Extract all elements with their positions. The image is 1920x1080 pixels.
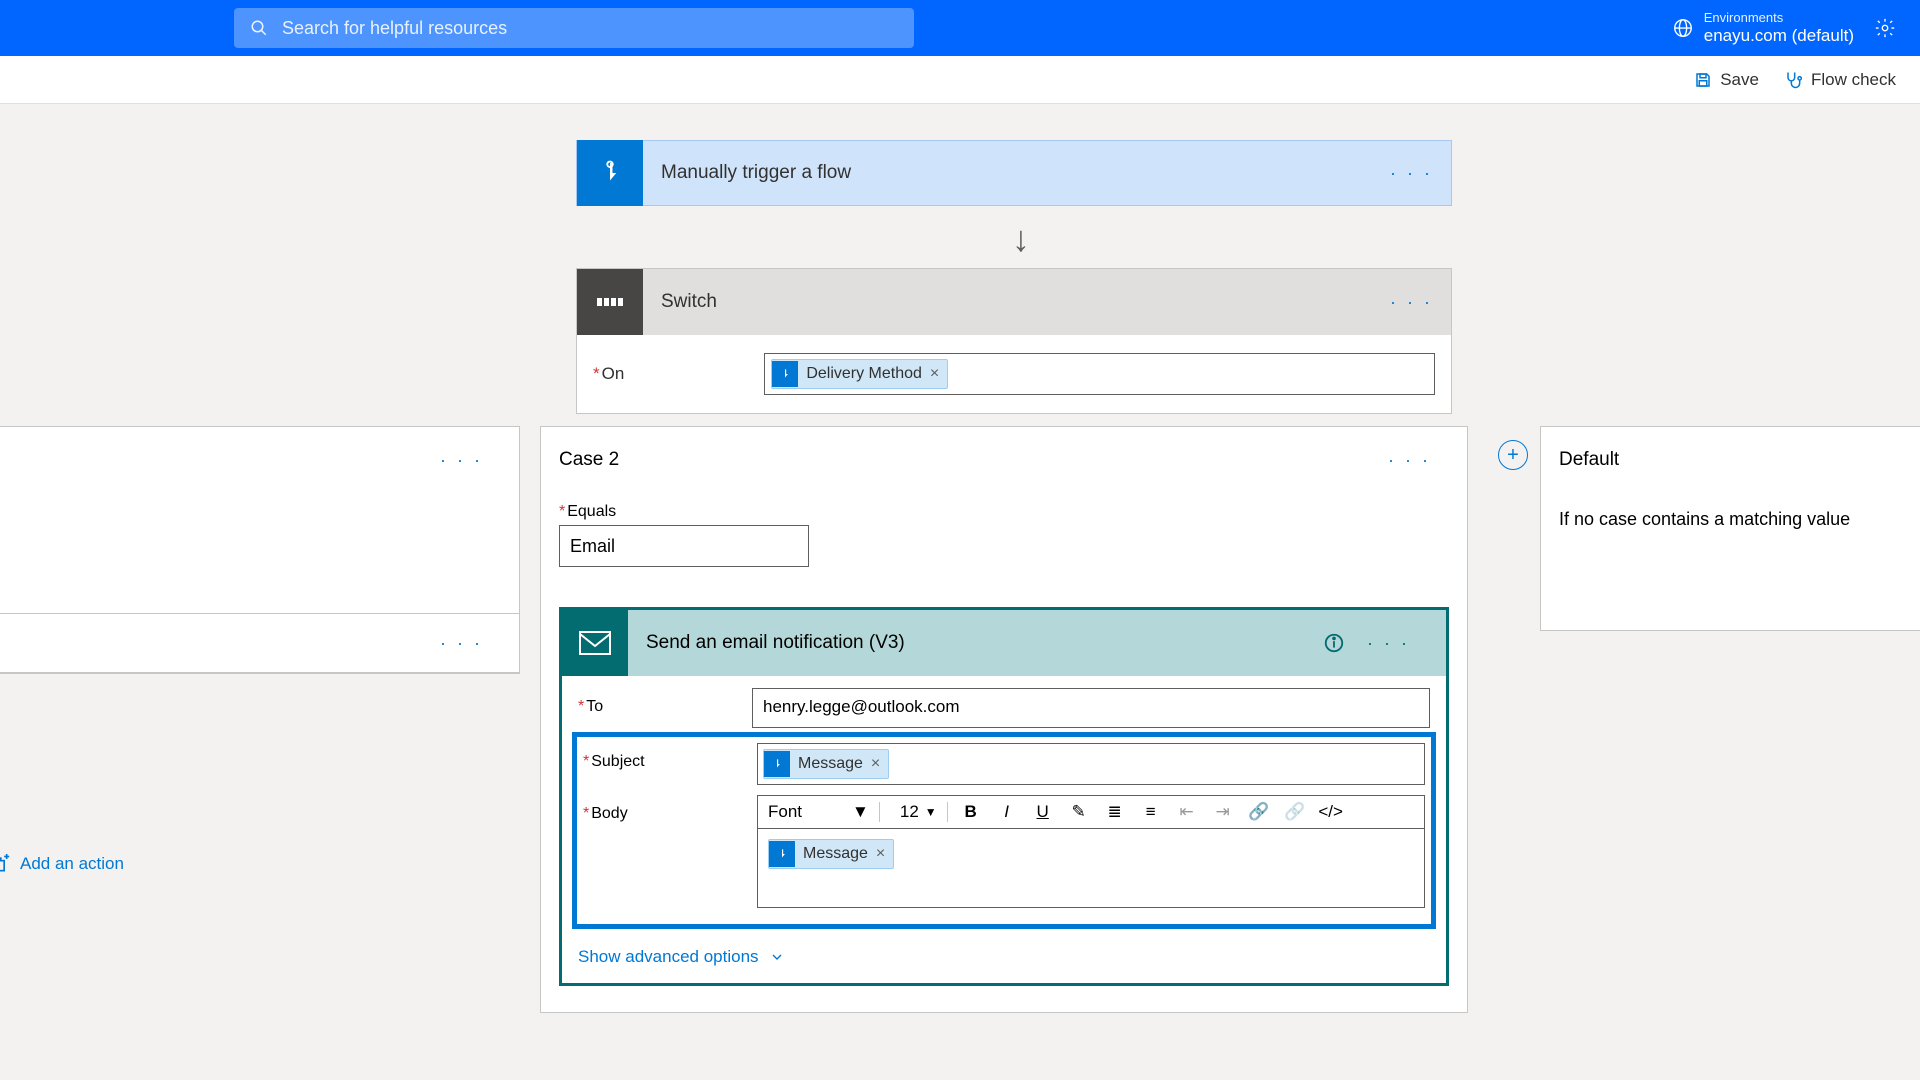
subject-message-token[interactable]: Message × [763, 749, 889, 779]
outdent-button[interactable]: ⇤ [1174, 802, 1200, 822]
delivery-method-token[interactable]: Delivery Method × [771, 359, 948, 389]
default-case-card: Default If no case contains a matching v… [1540, 426, 1920, 631]
body-label: *Body [583, 795, 757, 823]
env-label: Environments [1704, 10, 1854, 26]
switch-card: Switch · · · *On Delivery Method × [576, 268, 1452, 414]
switch-title: Switch [661, 291, 717, 313]
save-button[interactable]: Save [1694, 70, 1759, 90]
unlink-button[interactable]: 🔗 [1282, 802, 1308, 822]
flow-checker-button[interactable]: Flow check [1783, 70, 1896, 90]
email-action-card: Send an email notification (V3) · · · *T… [559, 607, 1449, 986]
token-remove[interactable]: × [876, 845, 885, 863]
underline-button[interactable]: U [1030, 802, 1056, 822]
trigger-card[interactable]: Manually trigger a flow · · · [576, 140, 1452, 206]
case1-action-menu[interactable]: · · · [440, 633, 483, 654]
switch-header[interactable]: Switch · · · [577, 269, 1451, 335]
token-remove[interactable]: × [871, 755, 880, 773]
search-input[interactable]: Search for helpful resources [234, 8, 914, 48]
show-advanced-options[interactable]: Show advanced options [578, 947, 1430, 967]
default-description: If no case contains a matching value [1541, 493, 1920, 630]
default-header[interactable]: Default [1541, 427, 1920, 493]
subject-label: *Subject [583, 743, 757, 771]
highlighted-region: *Subject Message × *Body [572, 732, 1436, 929]
font-picker[interactable]: Font▼ [768, 802, 880, 822]
token-remove[interactable]: × [930, 365, 939, 383]
italic-button[interactable]: I [994, 802, 1020, 822]
equals-label: *Equals [559, 503, 1449, 521]
code-view-button[interactable]: </> [1318, 802, 1344, 822]
switch-on-input[interactable]: Delivery Method × [764, 353, 1435, 395]
case2-header[interactable]: Case 2 · · · [541, 427, 1467, 493]
env-name: enayu.com (default) [1704, 26, 1854, 46]
email-menu[interactable]: · · · [1367, 633, 1410, 654]
font-size-picker[interactable]: 12▼ [890, 802, 948, 822]
add-case-button[interactable]: + [1498, 440, 1528, 470]
add-action-button[interactable]: Add an action [0, 854, 124, 874]
trigger-title: Manually trigger a flow [661, 162, 851, 184]
case1-action[interactable]: · · · [0, 613, 520, 673]
command-bar: Save Flow check [0, 56, 1920, 104]
stethoscope-icon [1783, 70, 1803, 90]
link-button[interactable]: 🔗 [1246, 802, 1272, 822]
email-header[interactable]: Send an email notification (V3) · · · [562, 610, 1446, 676]
rich-text-toolbar: Font▼ 12▼ B I U ✎ ≣ ≡ ⇤ ⇥ [757, 795, 1425, 828]
flow-check-label: Flow check [1811, 70, 1896, 90]
email-title: Send an email notification (V3) [646, 632, 905, 654]
trigger-menu[interactable]: · · · [1390, 163, 1433, 184]
info-icon[interactable] [1323, 632, 1345, 654]
search-placeholder: Search for helpful resources [282, 18, 507, 39]
bullet-list-button[interactable]: ≣ [1102, 802, 1128, 822]
body-message-token[interactable]: Message × [768, 839, 894, 869]
switch-menu[interactable]: · · · [1390, 292, 1433, 313]
case2-card: Case 2 · · · *Equals Email Send an email… [540, 426, 1468, 1013]
app-header: Search for helpful resources Environment… [0, 0, 1920, 56]
save-icon [1694, 71, 1712, 89]
globe-icon [1672, 17, 1694, 39]
environment-picker[interactable]: Environments enayu.com (default) [1672, 10, 1854, 46]
search-icon [250, 19, 268, 37]
trigger-icon [577, 140, 643, 206]
to-label: *To [578, 688, 752, 716]
highlight-button[interactable]: ✎ [1066, 802, 1092, 822]
number-list-button[interactable]: ≡ [1138, 802, 1164, 822]
settings-icon[interactable] [1874, 17, 1896, 39]
flow-canvas: Manually trigger a flow · · · ↓ Switch ·… [0, 104, 1920, 1080]
subject-input[interactable]: Message × [757, 743, 1425, 785]
save-label: Save [1720, 70, 1759, 90]
mail-icon [562, 610, 628, 676]
case2-menu[interactable]: · · · [1388, 450, 1431, 471]
add-action-icon [0, 854, 10, 874]
case1-card: · · · · · · [0, 426, 520, 674]
case1-menu[interactable]: · · · [440, 450, 483, 471]
equals-input[interactable]: Email [559, 525, 809, 567]
switch-on-label: *On [593, 364, 624, 384]
to-input[interactable]: henry.legge@outlook.com [752, 688, 1430, 728]
body-input[interactable]: Message × [757, 828, 1425, 908]
chevron-down-icon [769, 949, 785, 965]
indent-button[interactable]: ⇥ [1210, 802, 1236, 822]
connector-arrow: ↓ [1012, 218, 1030, 260]
switch-icon [577, 269, 643, 335]
bold-button[interactable]: B [958, 802, 984, 822]
